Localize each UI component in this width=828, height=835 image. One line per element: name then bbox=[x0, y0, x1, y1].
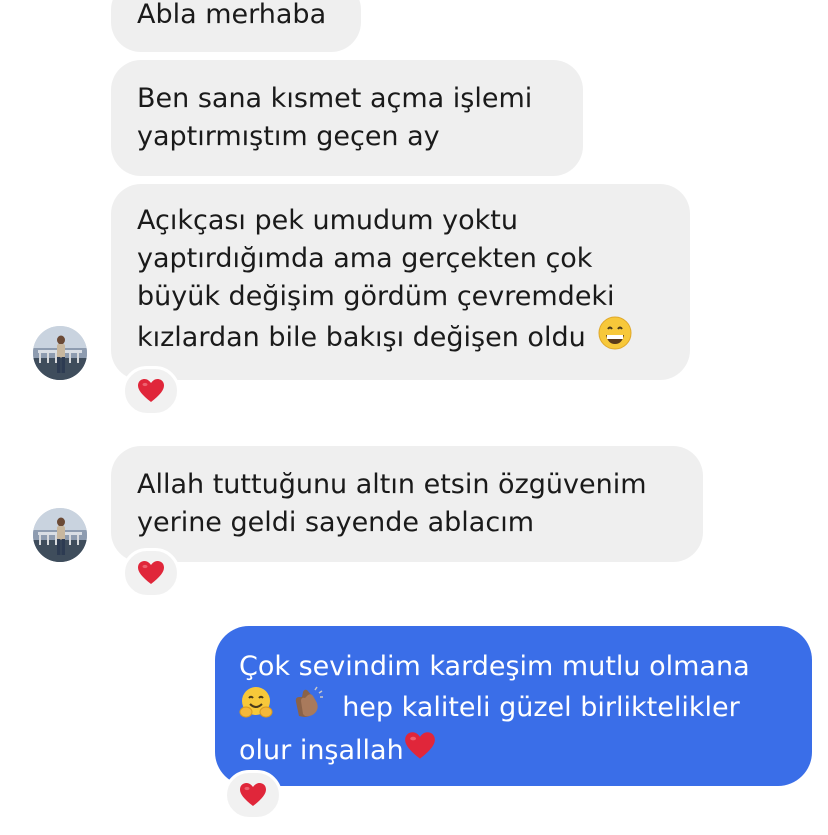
message-reaction[interactable] bbox=[122, 548, 180, 598]
message-text: kızlardan bile bakışı değişen oldu bbox=[137, 322, 586, 353]
message-text: Allah tuttuğunu altın etsin özgüvenim bbox=[137, 469, 647, 500]
clapping-hands-icon bbox=[290, 686, 324, 731]
message-reaction[interactable] bbox=[122, 366, 180, 416]
message-text: hep kaliteli güzel birliktelikler bbox=[342, 692, 740, 723]
incoming-message[interactable]: Abla merhaba bbox=[111, 0, 361, 52]
red-heart-icon bbox=[404, 731, 436, 772]
message-reaction[interactable] bbox=[224, 770, 282, 820]
message-text: büyük değişim gördüm çevremdeki bbox=[137, 281, 615, 312]
grinning-face-icon bbox=[598, 316, 632, 361]
sender-avatar[interactable] bbox=[33, 326, 87, 380]
message-text: olur inşallah bbox=[239, 735, 404, 766]
sender-avatar[interactable] bbox=[33, 508, 87, 562]
red-heart-icon bbox=[138, 379, 164, 402]
message-text: yaptırdığımda ama gerçekten çok bbox=[137, 243, 593, 274]
incoming-message[interactable]: Ben sana kısmet açma işlemi yaptırmıştım… bbox=[111, 60, 583, 176]
incoming-message[interactable]: Açıkçası pek umudum yoktu yaptırdığımda … bbox=[111, 184, 690, 380]
message-text: Ben sana kısmet açma işlemi bbox=[137, 83, 533, 114]
message-line: olur inşallah bbox=[239, 731, 812, 772]
red-heart-icon bbox=[240, 783, 266, 806]
message-line: hep kaliteli güzel birliktelikler bbox=[239, 686, 812, 731]
incoming-message[interactable]: Allah tuttuğunu altın etsin özgüvenim ye… bbox=[111, 446, 703, 562]
chat-thread: Abla merhaba Ben sana kısmet açma işlemi… bbox=[0, 0, 828, 835]
outgoing-message[interactable]: Çok sevindim kardeşim mutlu olmana hep k… bbox=[215, 626, 812, 786]
message-text: Açıkçası pek umudum yoktu bbox=[137, 205, 518, 236]
message-text: yaptırmıştım geçen ay bbox=[137, 121, 440, 152]
message-text: yerine geldi sayende ablacım bbox=[137, 507, 534, 538]
message-line: kızlardan bile bakışı değişen oldu bbox=[137, 316, 690, 361]
hugging-face-icon bbox=[239, 686, 273, 731]
red-heart-icon bbox=[138, 561, 164, 584]
message-text: Abla merhaba bbox=[137, 0, 327, 30]
message-text: Çok sevindim kardeşim mutlu olmana bbox=[239, 651, 750, 682]
